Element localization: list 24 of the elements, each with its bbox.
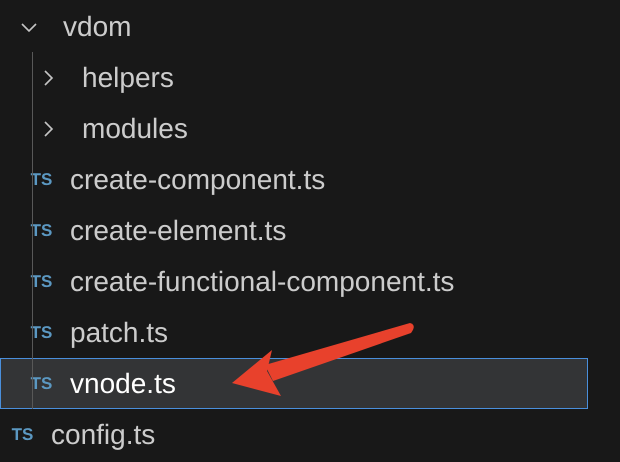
typescript-file-icon: TS — [26, 220, 57, 240]
file-name: create-element.ts — [70, 214, 286, 246]
file-name: create-component.ts — [70, 164, 326, 196]
typescript-file-icon: TS — [26, 170, 57, 190]
file-row[interactable]: TS config.ts — [0, 409, 588, 460]
file-name: vnode.ts — [70, 368, 176, 400]
folder-row[interactable]: modules — [0, 103, 588, 154]
file-name: patch.ts — [70, 316, 168, 348]
typescript-file-icon: TS — [26, 322, 57, 342]
typescript-file-icon: TS — [26, 374, 57, 394]
folder-row[interactable]: helpers — [0, 52, 588, 103]
typescript-file-icon: TS — [26, 272, 57, 292]
file-name: config.ts — [51, 418, 156, 450]
folder-name: vdom — [63, 10, 132, 42]
file-row[interactable]: TS create-element.ts — [0, 205, 588, 256]
folder-name: helpers — [82, 62, 174, 94]
folder-row[interactable]: vdom — [0, 1, 588, 52]
file-row[interactable]: TS patch.ts — [0, 307, 588, 358]
typescript-file-icon: TS — [7, 424, 38, 444]
file-row[interactable]: TS vnode.ts — [0, 358, 588, 409]
file-name: create-functional-component.ts — [70, 266, 454, 298]
file-row[interactable]: TS create-component.ts — [0, 154, 588, 205]
folder-name: modules — [82, 112, 188, 144]
file-row[interactable]: TS create-functional-component.ts — [0, 256, 588, 307]
